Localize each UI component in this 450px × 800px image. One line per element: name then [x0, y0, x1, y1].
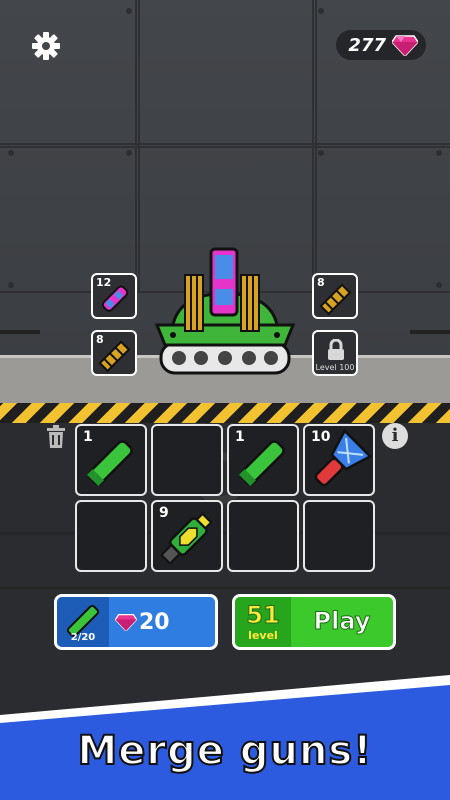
- info-button[interactable]: i: [382, 423, 408, 449]
- wall-panel: [0, 143, 140, 293]
- merge-slot-empty[interactable]: [151, 424, 223, 496]
- gatling-gun-icon: [98, 340, 131, 373]
- merge-slot[interactable]: 9: [151, 500, 223, 572]
- rivet: [318, 8, 324, 14]
- buy-price: 20: [139, 610, 170, 635]
- lock-icon: [328, 339, 344, 360]
- railing: [410, 330, 450, 334]
- tank-slot-right-top[interactable]: 8: [312, 273, 358, 319]
- merge-slot-empty[interactable]: [303, 500, 375, 572]
- gatling-gun-icon: [319, 283, 352, 316]
- green-cannon-icon: [86, 440, 133, 487]
- tank-icon: [154, 247, 296, 375]
- blue-red-blaster-icon: [314, 428, 373, 487]
- level-word: level: [248, 629, 278, 642]
- hazard-stripe: [0, 403, 450, 423]
- rivet: [436, 282, 442, 288]
- pink-cannon-icon: [101, 285, 129, 312]
- green-cannon-icon: [238, 440, 285, 487]
- pink-gem-icon: [115, 614, 137, 631]
- buy-count: 2/20: [70, 632, 96, 643]
- rivet: [8, 282, 14, 288]
- railing: [0, 330, 40, 334]
- rivet: [318, 150, 324, 156]
- wall-panel: [0, 0, 140, 148]
- wall-panel: [312, 0, 450, 148]
- buy-weapon-button[interactable]: 2/20 20: [54, 594, 218, 650]
- rivet: [436, 150, 442, 156]
- level-number: 51: [246, 601, 280, 630]
- gear-icon: [32, 32, 60, 60]
- tank-slot-left-top[interactable]: 12: [91, 273, 137, 319]
- tank-slot-left-bottom[interactable]: 8: [91, 330, 137, 376]
- play-button[interactable]: 51 level Play: [232, 594, 396, 650]
- play-label: Play: [313, 607, 371, 636]
- player-tank: [154, 245, 296, 380]
- rivet: [126, 150, 132, 156]
- green-yellow-cannon-icon: [160, 512, 213, 565]
- merge-slot-empty[interactable]: [75, 500, 147, 572]
- merge-slot[interactable]: 1: [75, 424, 147, 496]
- pink-gem-icon: [392, 35, 418, 56]
- rivet: [8, 150, 14, 156]
- trash-button[interactable]: [44, 423, 68, 449]
- merge-slot[interactable]: 1: [227, 424, 299, 496]
- gem-counter[interactable]: 277: [336, 30, 426, 60]
- tank-slot-locked[interactable]: Level 100: [312, 330, 358, 376]
- wall-panel: [135, 0, 317, 148]
- trash-icon: [47, 425, 65, 448]
- info-icon: i: [391, 425, 399, 446]
- gem-count: 277: [348, 34, 386, 56]
- level-indicator: 51 level: [235, 597, 291, 647]
- banner-title: Merge guns!: [77, 727, 373, 775]
- locked-level-label: Level 100: [315, 363, 355, 372]
- settings-button[interactable]: [30, 30, 62, 62]
- merge-slot-empty[interactable]: [227, 500, 299, 572]
- buy-weapon-preview: 2/20: [57, 597, 109, 647]
- merge-slot[interactable]: 10: [303, 424, 375, 496]
- wall-panel: [312, 143, 450, 293]
- rivet: [126, 8, 132, 14]
